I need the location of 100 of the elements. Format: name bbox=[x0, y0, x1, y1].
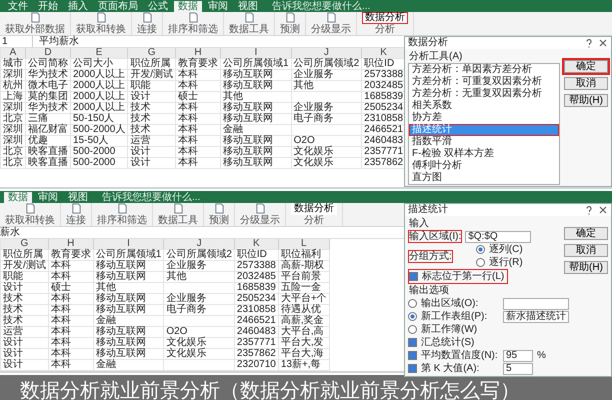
ribbon-tab[interactable]: 开始 bbox=[34, 0, 62, 12]
column-header: 公司简称 bbox=[26, 58, 70, 70]
table-cell: 福亿财富 bbox=[26, 124, 70, 136]
ribbon-tab[interactable]: 视图 bbox=[64, 192, 92, 202]
table-cell: 深圳 bbox=[0, 124, 26, 136]
checkbox-label: 第 K 大值(A): bbox=[420, 362, 480, 375]
list-item[interactable]: 方差分析：单因素方差分析 bbox=[409, 64, 559, 76]
radio-button[interactable] bbox=[408, 312, 417, 321]
ribbon-tab[interactable]: 公式 bbox=[144, 0, 172, 12]
tell-me-field[interactable]: 告诉我您想要做什么... bbox=[102, 192, 200, 202]
column-letter[interactable]: I bbox=[93, 239, 164, 250]
column-header: 教育要求 bbox=[176, 58, 221, 70]
close-icon[interactable] bbox=[598, 205, 608, 215]
checkbox[interactable] bbox=[409, 272, 418, 281]
list-item[interactable]: F-检验 双样本方差 bbox=[409, 148, 559, 160]
column-letter[interactable]: H bbox=[176, 48, 221, 58]
ribbon-group-label: 分级显示 bbox=[311, 24, 351, 35]
column-letter[interactable]: I bbox=[220, 48, 292, 58]
dialog-button[interactable]: 取消 bbox=[564, 77, 608, 90]
column-header: 公司所属领域2 bbox=[291, 58, 362, 70]
list-item[interactable]: 指数平滑 bbox=[409, 136, 559, 148]
ribbon-tab[interactable]: 审阅 bbox=[204, 0, 232, 12]
table-cell: 移动互联网 bbox=[220, 146, 292, 158]
table-cell: 企业服务 bbox=[291, 102, 362, 114]
formula-field[interactable]: 薪水 bbox=[0, 227, 20, 238]
data-analysis-button[interactable]: 数据分析 bbox=[362, 12, 408, 24]
input-field[interactable]: 薪水描述统计 bbox=[503, 310, 569, 322]
list-item[interactable]: 傅利叶分析 bbox=[409, 160, 559, 172]
dialog-button[interactable]: 帮助(H) bbox=[564, 261, 608, 274]
checkbox[interactable] bbox=[408, 351, 417, 360]
ribbon-tab[interactable]: 数据 bbox=[4, 192, 32, 202]
table-cell: 北京 bbox=[0, 158, 26, 168]
radio-label: 新工作表组(P): bbox=[420, 310, 488, 323]
table-cell: 硕士 bbox=[48, 282, 94, 294]
data-analysis-button[interactable]: 数据分析 bbox=[291, 203, 337, 215]
tell-me-field[interactable]: 告诉我您想要做什么... bbox=[272, 0, 370, 12]
input-field[interactable] bbox=[503, 298, 569, 310]
table-cell: 15-50人 bbox=[70, 136, 128, 146]
column-letter[interactable]: H bbox=[48, 239, 94, 250]
table-cell: 设计 bbox=[0, 282, 48, 294]
column-letter[interactable]: G bbox=[128, 48, 176, 58]
ribbon-group-label: 连接 bbox=[137, 24, 157, 35]
ribbon-tab[interactable]: 数据 bbox=[174, 0, 202, 12]
table-cell: 移动互联网 bbox=[220, 136, 292, 146]
list-item[interactable]: 方差分析：可重复双因素分析 bbox=[409, 76, 559, 88]
column-letter[interactable]: E bbox=[70, 48, 128, 58]
name-box[interactable]: 1 bbox=[0, 36, 33, 47]
input-field[interactable]: $Q:$Q bbox=[465, 230, 532, 242]
list-item[interactable]: 方差分析：无重复双因素分析 bbox=[409, 88, 559, 100]
column-letter[interactable]: D bbox=[26, 48, 70, 58]
table-cell: 本科 bbox=[48, 360, 94, 370]
table-cell: 金融 bbox=[93, 316, 164, 326]
list-label: 分析工具(A) bbox=[408, 50, 464, 63]
ribbon-tab[interactable]: 文件 bbox=[4, 0, 32, 12]
dialog-button[interactable]: 确定 bbox=[564, 60, 608, 73]
list-item[interactable]: 协方差 bbox=[409, 112, 559, 124]
table-cell: 微木电子 bbox=[26, 80, 70, 92]
close-icon[interactable] bbox=[598, 38, 608, 48]
ribbon-tab[interactable]: 视图 bbox=[234, 0, 262, 12]
checkbox[interactable] bbox=[408, 364, 417, 373]
column-letter[interactable]: J bbox=[291, 48, 362, 58]
list-item[interactable]: 相关系数 bbox=[409, 100, 559, 112]
table-cell: 技术 bbox=[128, 114, 176, 124]
radio-button[interactable] bbox=[408, 299, 417, 308]
column-letter[interactable]: A bbox=[0, 48, 26, 58]
ribbon-group-label: 数据工具 bbox=[229, 24, 269, 35]
table-cell: 文化娱乐 bbox=[291, 146, 362, 158]
column-letter[interactable]: K bbox=[234, 239, 278, 250]
table-cell: 本科 bbox=[48, 294, 94, 304]
ribbon-tab[interactable]: 页面布局 bbox=[94, 0, 142, 12]
table-cell: 金融 bbox=[220, 124, 292, 136]
input-field[interactable]: 95 bbox=[503, 350, 533, 362]
radio-button[interactable] bbox=[408, 325, 417, 334]
ribbon-group-label: 排序和筛选 bbox=[97, 215, 147, 226]
dialog-button[interactable]: 取消 bbox=[564, 244, 608, 257]
input-field[interactable]: 5 bbox=[503, 362, 533, 374]
ribbon-group-label: 连接 bbox=[66, 215, 86, 226]
table-cell: 50-150人 bbox=[70, 114, 128, 124]
column-letter[interactable]: G bbox=[0, 239, 48, 250]
checkbox[interactable] bbox=[408, 338, 417, 347]
column-letter[interactable]: L bbox=[278, 239, 330, 250]
table-cell: 设计 bbox=[0, 338, 48, 348]
dialog-title: 数据分析 bbox=[408, 37, 449, 49]
column-letter[interactable]: J bbox=[164, 239, 234, 250]
table-cell: 2320710 bbox=[234, 360, 278, 370]
ribbon-tab[interactable]: 审阅 bbox=[34, 192, 62, 202]
dialog-button[interactable]: 确定 bbox=[564, 227, 608, 240]
list-item[interactable]: 直方图 bbox=[409, 172, 559, 184]
help-icon[interactable] bbox=[584, 38, 594, 48]
table-cell: 2357862 bbox=[234, 348, 278, 360]
help-icon[interactable] bbox=[584, 205, 594, 215]
column-letter[interactable]: K bbox=[362, 48, 406, 58]
formula-field[interactable]: 平均薪水 bbox=[39, 36, 79, 47]
ribbon-tab[interactable]: 插入 bbox=[64, 0, 92, 12]
dialog-button[interactable]: 帮助(H) bbox=[564, 94, 608, 107]
table-cell: 电子商务 bbox=[291, 114, 362, 124]
radio-button[interactable] bbox=[476, 245, 485, 254]
table-cell: 华为技术 bbox=[26, 102, 70, 114]
radio-button[interactable] bbox=[476, 258, 485, 267]
column-header: 公司大小 bbox=[70, 58, 128, 70]
